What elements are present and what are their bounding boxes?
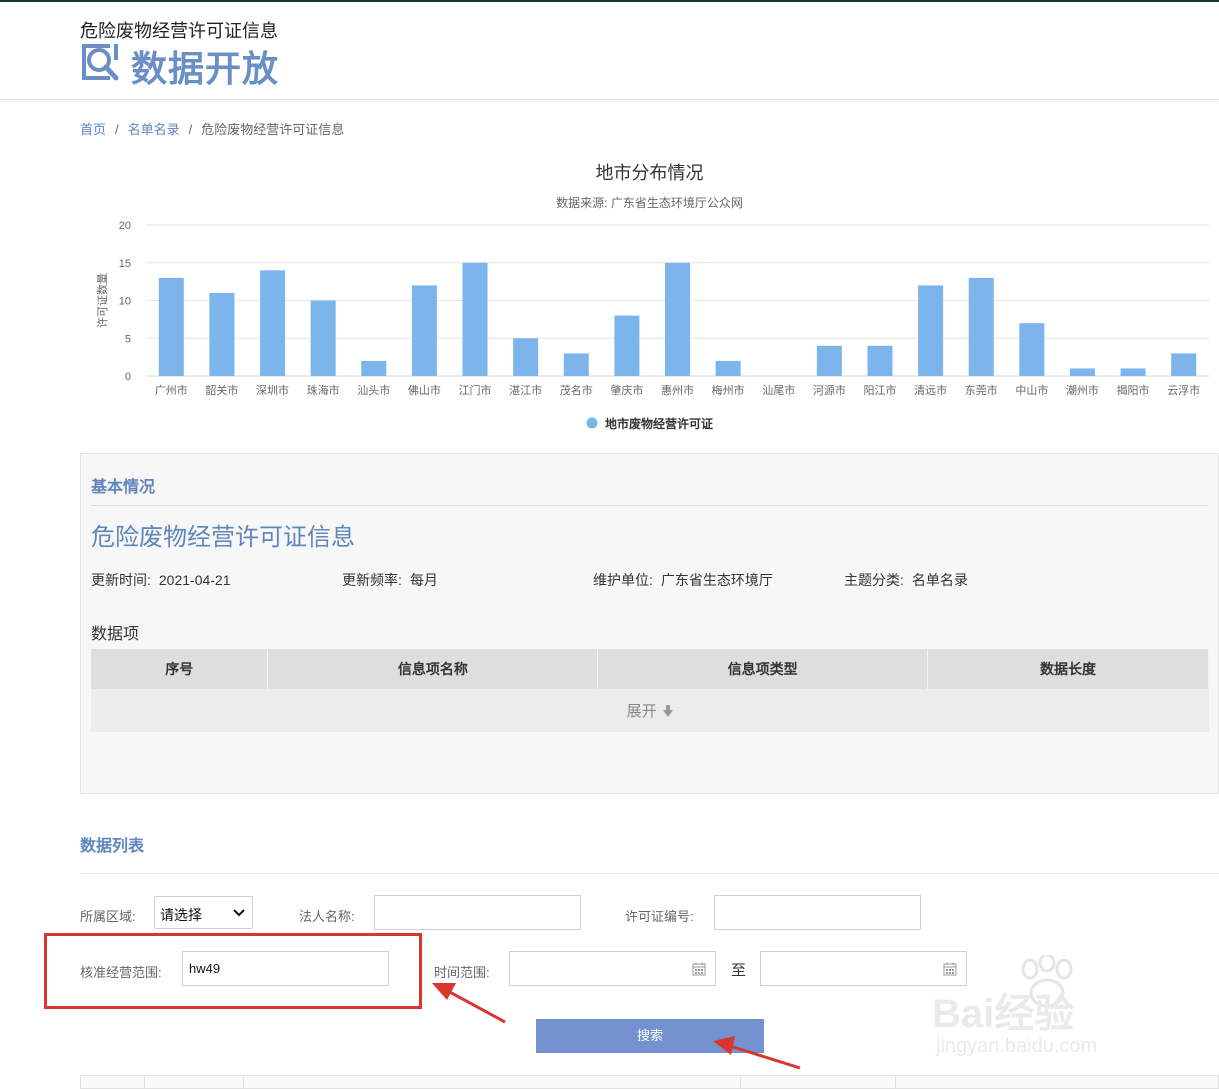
results-table — [80, 1075, 1219, 1089]
annotation-arrow-left — [432, 983, 506, 1024]
watermark-brand: Bai经验 — [932, 992, 1075, 1036]
annotation-arrows — [432, 983, 801, 1070]
annotation-arrow-right — [713, 1036, 801, 1070]
table-column-divider — [895, 1076, 896, 1088]
table-column-divider — [740, 1076, 741, 1088]
table-column-divider — [243, 1076, 244, 1088]
watermark-url: jingyan.baidu.com — [936, 1035, 1098, 1057]
baidu-watermark: Bai经验 jingyan.baidu.com — [932, 955, 1162, 1065]
table-column-divider — [144, 1076, 145, 1088]
